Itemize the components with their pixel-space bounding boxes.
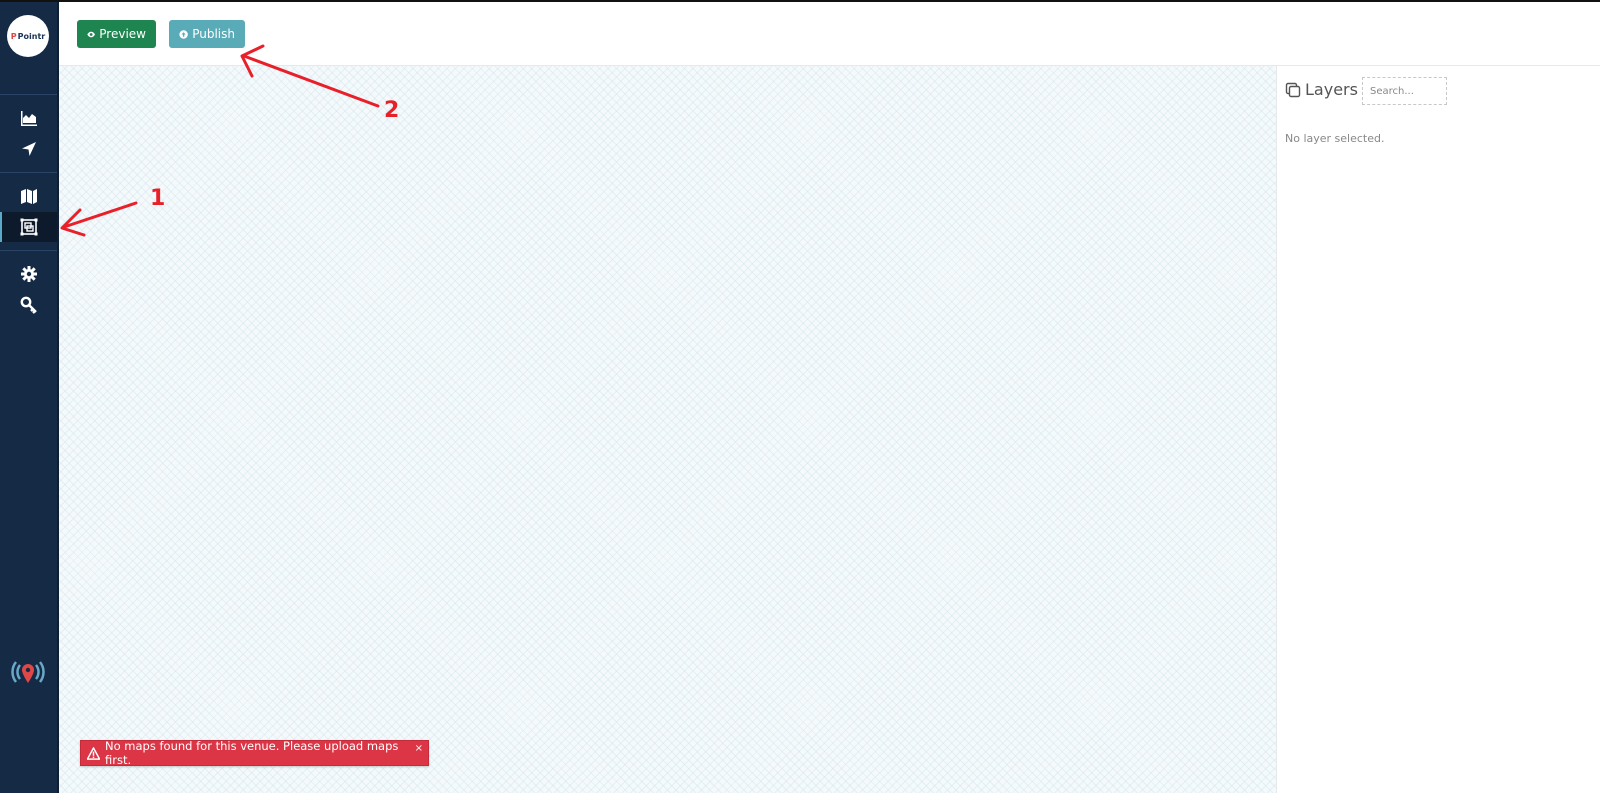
publish-label: Publish bbox=[192, 27, 235, 41]
area-chart-icon bbox=[20, 111, 37, 126]
map-canvas[interactable] bbox=[59, 66, 1276, 793]
close-icon[interactable]: × bbox=[415, 743, 423, 754]
sidebar-item-map-editor[interactable] bbox=[0, 212, 57, 242]
sidebar-item-navigation[interactable] bbox=[0, 134, 57, 164]
logo-mark: P bbox=[10, 31, 17, 41]
logo-text: Pointr bbox=[17, 31, 46, 41]
beacon-pin-icon bbox=[11, 661, 45, 683]
annotation-number-1: 1 bbox=[150, 186, 166, 211]
sidebar-item-keys[interactable] bbox=[0, 290, 57, 320]
alert-message: No maps found for this venue. Please upl… bbox=[105, 739, 399, 767]
location-arrow-icon bbox=[21, 142, 36, 156]
sidebar-divider bbox=[0, 94, 57, 95]
layers-title-text: Layers bbox=[1305, 80, 1358, 99]
error-alert: No maps found for this venue. Please upl… bbox=[80, 739, 429, 767]
map-editor-icon bbox=[20, 218, 37, 236]
upload-circle-icon bbox=[179, 29, 188, 39]
preview-label: Preview bbox=[99, 27, 146, 41]
sidebar-item-settings[interactable] bbox=[0, 259, 57, 289]
layers-copy-icon bbox=[1285, 82, 1301, 97]
map-icon bbox=[20, 189, 37, 204]
sidebar-divider bbox=[0, 250, 57, 251]
key-icon bbox=[20, 296, 37, 314]
publish-button[interactable]: Publish bbox=[169, 20, 245, 48]
eye-icon bbox=[87, 31, 95, 37]
pointr-logo[interactable]: P Pointr bbox=[7, 15, 49, 57]
preview-button[interactable]: Preview bbox=[77, 20, 156, 48]
layers-panel: Layers No layer selected. bbox=[1276, 66, 1600, 793]
sidebar: P Pointr bbox=[0, 2, 59, 793]
sidebar-item-analytics[interactable] bbox=[0, 103, 57, 133]
no-layer-message: No layer selected. bbox=[1285, 132, 1385, 145]
annotation-number-2: 2 bbox=[384, 98, 400, 123]
sidebar-item-maps[interactable] bbox=[0, 181, 57, 211]
layers-title: Layers bbox=[1285, 80, 1358, 99]
sidebar-divider bbox=[0, 172, 57, 173]
gear-icon bbox=[20, 266, 37, 282]
toolbar: Preview Publish bbox=[59, 2, 1600, 66]
warning-icon bbox=[87, 746, 100, 760]
layer-search-input[interactable] bbox=[1362, 77, 1447, 105]
